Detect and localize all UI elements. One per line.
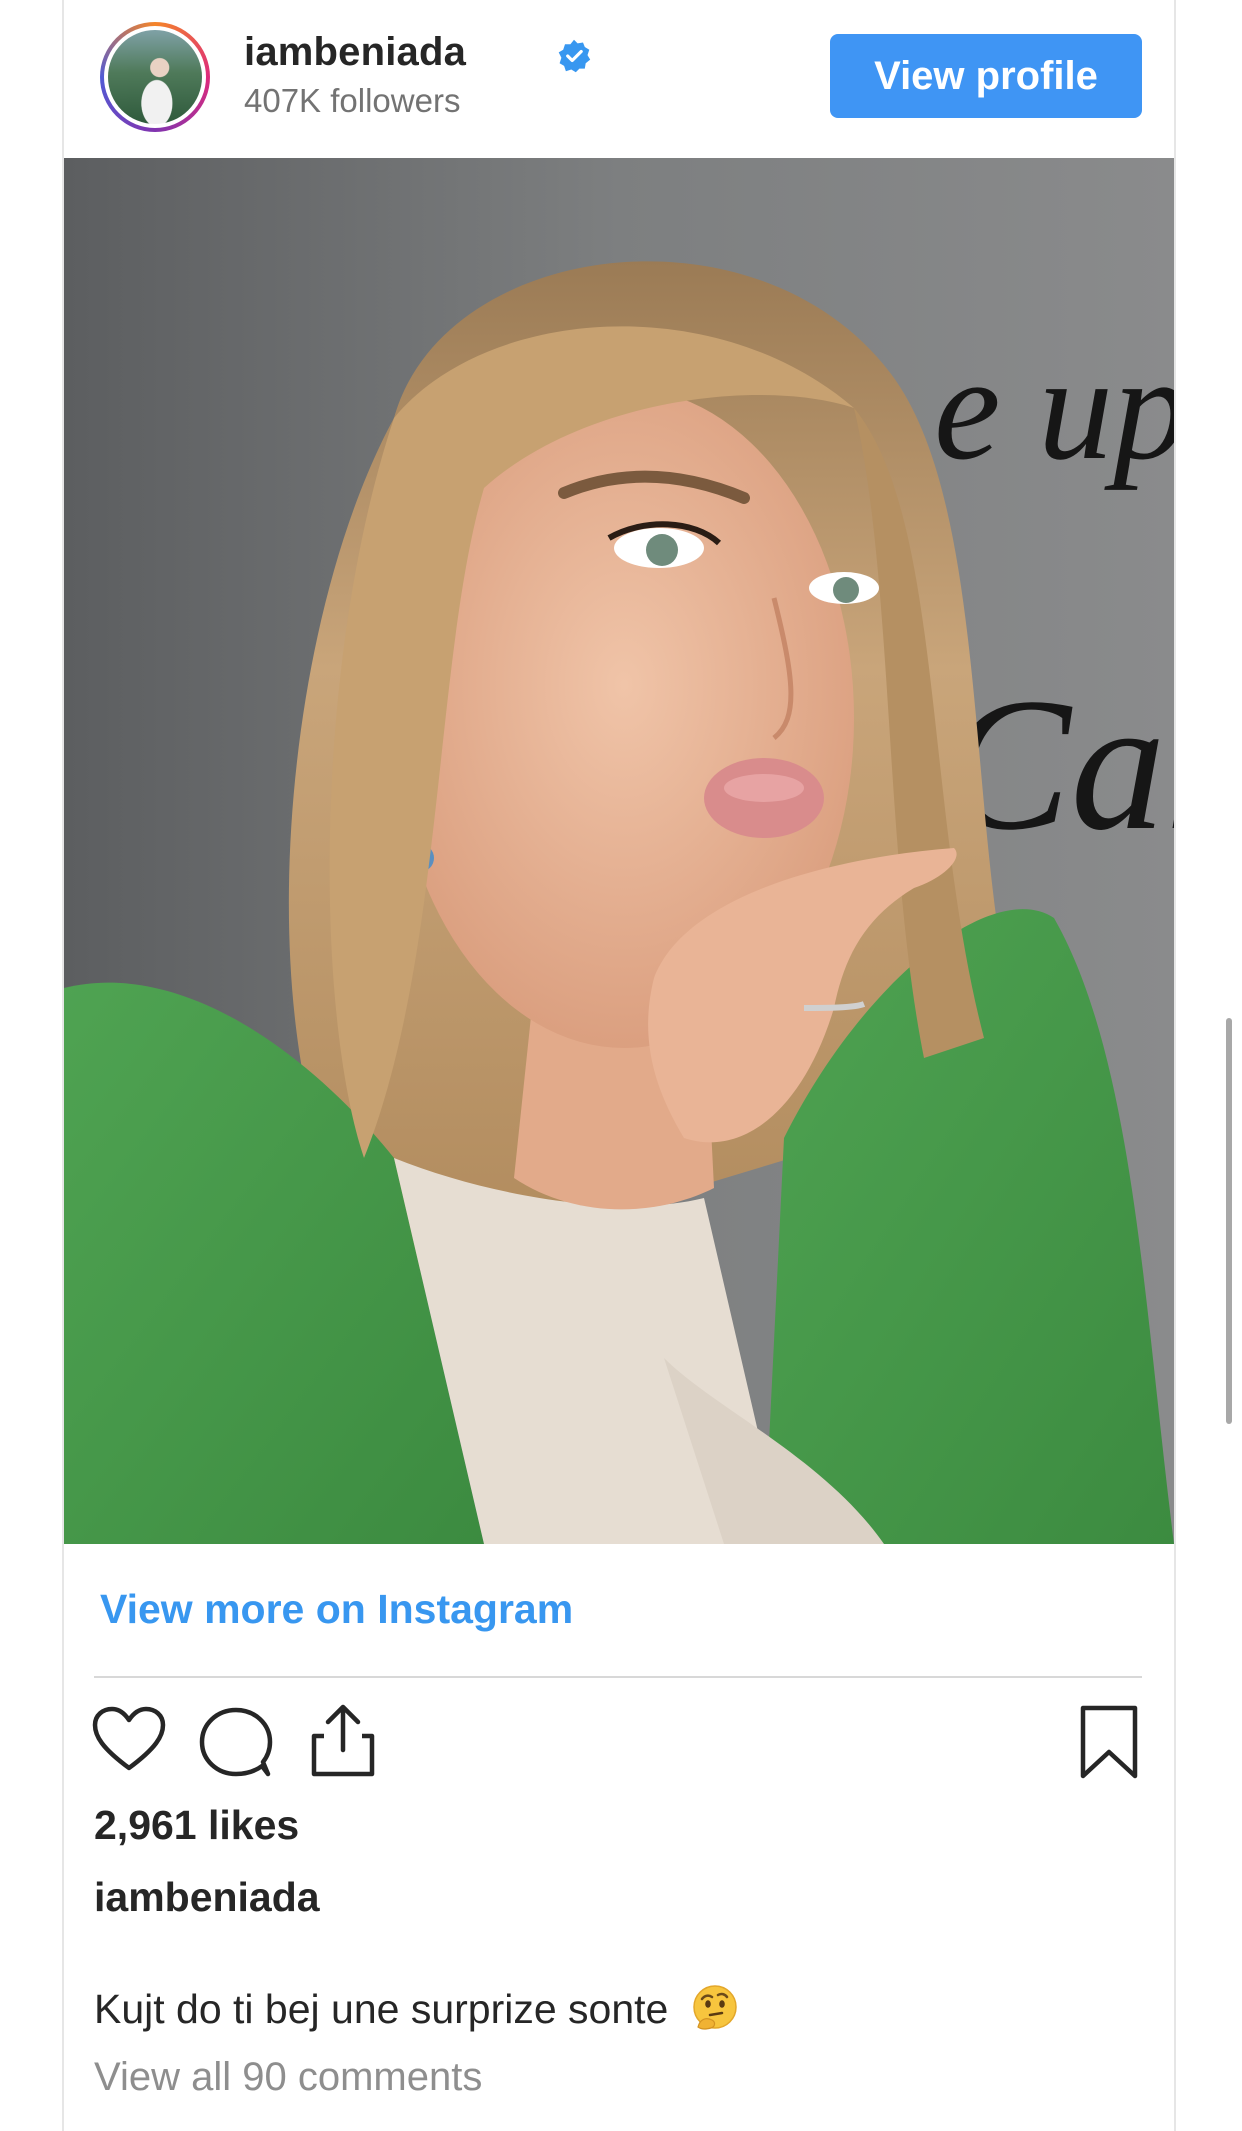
post-header: iambeniada 407K followers View profile [64, 0, 1174, 158]
avatar[interactable] [100, 22, 210, 132]
card-border-right [1174, 0, 1176, 2131]
verified-badge-icon [558, 39, 591, 73]
post-photo-illustration: e up Cang [64, 158, 1174, 1544]
post-image[interactable]: e up Cang [64, 158, 1174, 1544]
scrollbar[interactable] [1226, 1018, 1232, 1424]
follower-count: 407K followers [244, 82, 461, 119]
caption-username[interactable]: iambeniada [94, 1874, 320, 1921]
caption-text: Kujt do ti bej une surprize sonte [94, 1986, 669, 2032]
avatar-image [108, 30, 202, 124]
view-all-comments-link[interactable]: View all 90 comments [94, 2055, 482, 2100]
likes-count[interactable]: 2,961 likes [94, 1802, 299, 1849]
avatar-frame [104, 26, 206, 128]
view-profile-button[interactable]: View profile [830, 34, 1142, 118]
username[interactable]: iambeniada [244, 30, 466, 75]
caption: Kujt do ti bej une surprize sonte [94, 1983, 740, 2033]
comment-bubble-icon[interactable] [198, 1706, 274, 1778]
heart-icon[interactable] [92, 1706, 166, 1774]
share-icon[interactable] [308, 1702, 378, 1780]
divider [94, 1676, 1142, 1678]
wall-text-1: e up [934, 325, 1174, 491]
thinking-face-emoji-icon [693, 1985, 737, 2030]
bookmark-icon[interactable] [1078, 1704, 1140, 1780]
instagram-embed-page: iambeniada 407K followers View profile e… [0, 0, 1242, 2131]
view-more-on-instagram-link[interactable]: View more on Instagram [100, 1586, 573, 1633]
